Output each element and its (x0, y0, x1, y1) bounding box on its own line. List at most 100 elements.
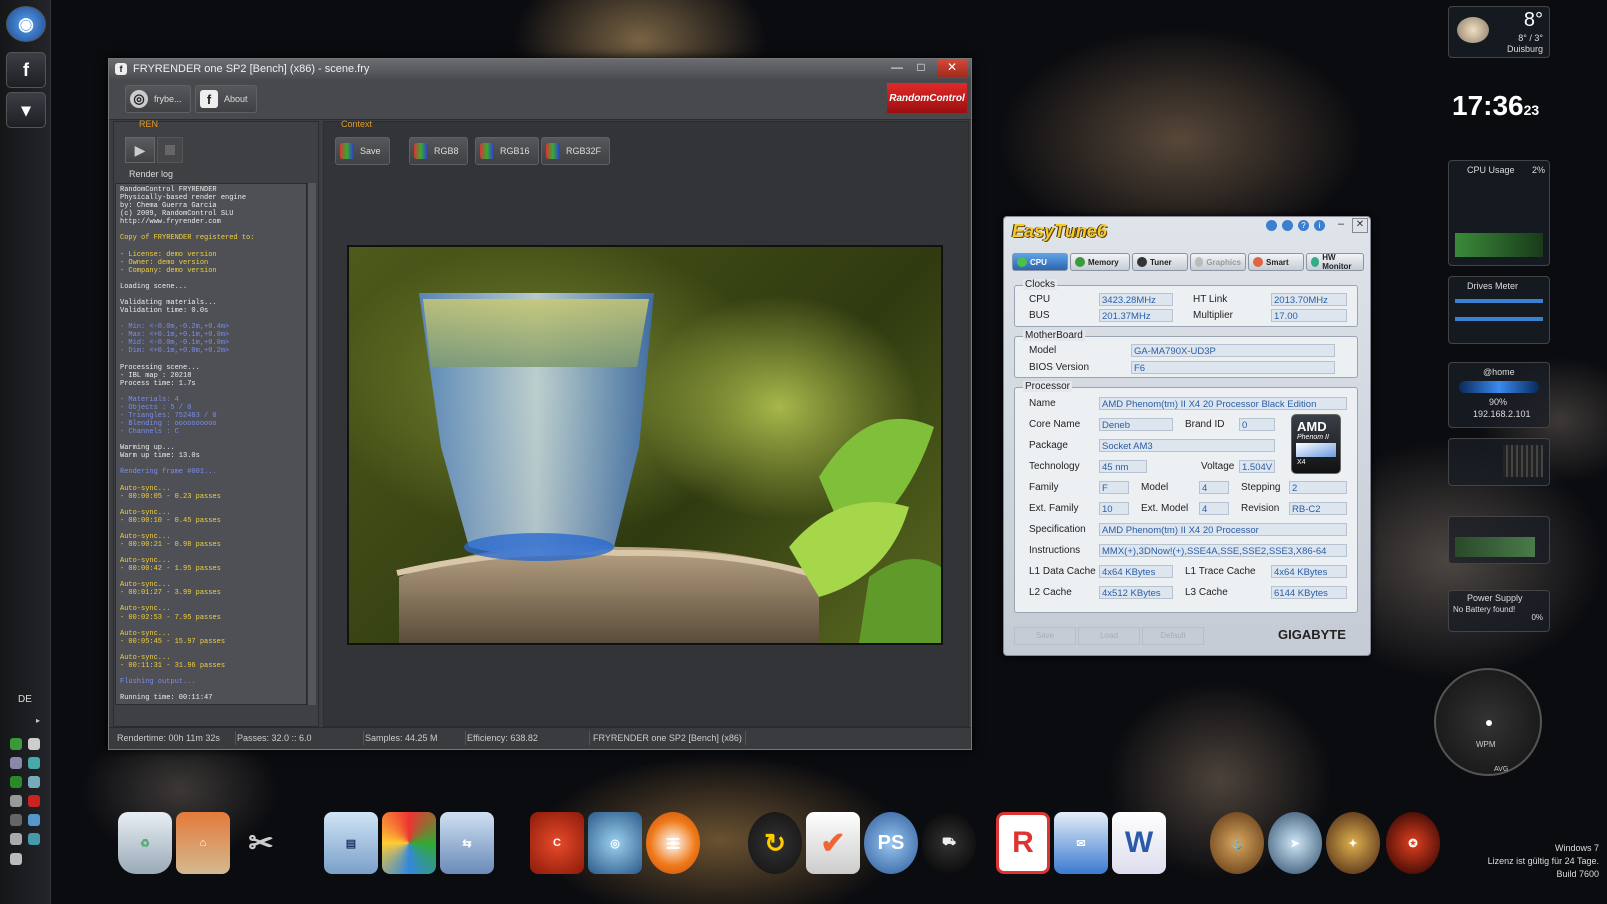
rgb16-label: RGB16 (500, 146, 530, 156)
maximize-button[interactable]: □ (909, 59, 933, 77)
info-icon[interactable]: i (1314, 220, 1325, 231)
disc-icon[interactable]: ◎ (588, 812, 642, 874)
clock-seconds: 23 (1523, 102, 1540, 118)
graph-gadget[interactable] (1448, 516, 1550, 564)
x4-logo-text: X4 (1297, 459, 1306, 466)
launcher-icon[interactable]: ▾ (6, 92, 46, 128)
clock-time: 17:36 (1452, 90, 1524, 121)
ccleaner-icon[interactable]: C (530, 812, 584, 874)
tray-steam-icon[interactable] (28, 738, 40, 750)
l3-cache-label: L3 Cache (1185, 587, 1228, 598)
start-orb-icon[interactable]: ◉ (6, 6, 46, 42)
tray-app-icon[interactable] (10, 757, 22, 769)
rgb32f-button[interactable]: RGB32F (541, 137, 611, 165)
ext-family-value: 10 (1099, 502, 1129, 515)
recycle-bin-icon[interactable]: ♻ (118, 812, 172, 874)
model-value: GA-MA790X-UD3P (1131, 344, 1335, 357)
power-supply-gadget[interactable]: Power Supply No Battery found! 0% (1448, 590, 1550, 632)
rgb16-button[interactable]: RGB16 (475, 137, 539, 165)
home-icon[interactable]: ⌂ (176, 812, 230, 874)
save-button[interactable]: Save (335, 137, 390, 165)
rgb8-button[interactable]: RGB8 (409, 137, 468, 165)
tray-network-icon[interactable] (28, 833, 40, 845)
close-button[interactable]: ✕ (937, 59, 967, 77)
network-share-icon[interactable]: ⇆ (440, 812, 494, 874)
tray-ati-icon[interactable] (28, 795, 40, 807)
et-save-button[interactable]: Save (1014, 627, 1076, 645)
title-bar[interactable]: f FRYRENDER one SP2 [Bench] (x86) - scen… (109, 59, 971, 79)
et-minimize-button[interactable]: – (1334, 218, 1348, 231)
ps-icon[interactable]: PS (864, 812, 918, 874)
tray-app-icon[interactable] (10, 814, 22, 826)
speedometer-gadget[interactable]: WPM AVG (1434, 668, 1542, 776)
stop-button[interactable] (157, 137, 183, 163)
tab-smart[interactable]: Smart (1248, 253, 1304, 271)
settlers-game-icon[interactable]: ✦ (1326, 812, 1380, 874)
tray-app-icon[interactable] (28, 814, 40, 826)
tray-expand-icon[interactable]: ▸ (36, 716, 40, 725)
speedo-unit: WPM (1476, 740, 1496, 749)
log-line: - Min: <-0.0m,-0.2m,+0.4m> (120, 323, 230, 332)
tab-cpu[interactable]: CPU (1012, 253, 1068, 271)
menu-list-icon[interactable]: ≡ (646, 812, 700, 874)
weather-gadget[interactable]: 8° 8° / 3° Duisburg (1448, 6, 1550, 58)
log-line: Validating materials... (120, 298, 217, 307)
activity-graph (1455, 537, 1535, 557)
tray-app-icon[interactable] (28, 776, 40, 788)
stop-icon (165, 145, 175, 155)
help-icon[interactable]: ? (1298, 220, 1309, 231)
tab-tuner[interactable]: Tuner (1132, 253, 1188, 271)
l1-data-cache-label: L1 Data Cache (1029, 566, 1096, 577)
tray-app-icon[interactable] (10, 853, 22, 865)
frybe-icon: ◎ (130, 90, 148, 108)
tray-app-icon[interactable] (10, 795, 22, 807)
brand-id-label: Brand ID (1185, 419, 1225, 430)
scanner-icon[interactable]: ▤ (324, 812, 378, 874)
save-label: Save (360, 146, 381, 156)
mail-icon[interactable]: ✉ (1054, 812, 1108, 874)
tools-icon[interactable]: ✂ (234, 812, 288, 874)
amd-phenom-logo: AMD Phenom II X4 (1291, 414, 1341, 474)
shift-game-icon[interactable]: ➤ (1268, 812, 1322, 874)
tray-app-icon[interactable] (28, 757, 40, 769)
tray-app-icon[interactable] (10, 776, 22, 788)
speedo-mode: AVG (1494, 766, 1509, 773)
about-button[interactable]: f About (195, 85, 257, 113)
command-conquer-icon[interactable]: ✪ (1386, 812, 1440, 874)
tray-app-icon[interactable] (10, 738, 22, 750)
easytune-header[interactable]: EasyTune6 ? i – ✕ (1004, 217, 1370, 247)
minimize-button[interactable]: — (885, 59, 909, 77)
fryrender-taskbar-icon[interactable]: f (6, 52, 46, 88)
r-app-icon[interactable]: R (996, 812, 1050, 874)
tab-context[interactable]: Context (341, 119, 372, 129)
dock: ♻ ⌂ ✂ ▤ ⇆ C ◎ ≡ ↻ ✔ PS ⛟ R ✉ W ⚓ ➤ ✦ ✪ (118, 806, 1458, 898)
play-button[interactable]: ▶ (125, 137, 155, 163)
sync-icon[interactable]: ↻ (748, 812, 802, 874)
tray-app-icon[interactable] (10, 833, 22, 845)
et-load-button[interactable]: Load (1078, 627, 1140, 645)
network-gadget[interactable]: @home 90% 192.168.2.101 (1448, 362, 1550, 428)
wifi-signal-icon (1459, 381, 1539, 393)
word-icon[interactable]: W (1112, 812, 1166, 874)
anno-1404-icon[interactable]: ⚓ (1210, 812, 1264, 874)
tab-hw-monitor[interactable]: HW Monitor (1306, 253, 1364, 271)
tab-label: Smart (1266, 257, 1289, 267)
drives-meter-gadget[interactable]: Drives Meter (1448, 276, 1550, 344)
minimize-mode-icon[interactable] (1266, 220, 1277, 231)
name-value: AMD Phenom(tm) II X4 20 Processor Black … (1099, 397, 1347, 410)
skin-icon[interactable] (1282, 220, 1293, 231)
windows-icon[interactable] (382, 812, 436, 874)
tab-graphics[interactable]: Graphics (1190, 253, 1246, 271)
checklist-icon[interactable]: ✔ (806, 812, 860, 874)
cpu-usage-gadget[interactable]: CPU Usage 2% (1448, 160, 1550, 266)
et-close-button[interactable]: ✕ (1352, 218, 1368, 233)
language-indicator[interactable]: DE (18, 694, 32, 705)
tab-ren[interactable]: REN (139, 119, 158, 129)
tab-memory[interactable]: Memory (1070, 253, 1130, 271)
car-icon[interactable]: ⛟ (922, 812, 976, 874)
et-default-button[interactable]: Default (1142, 627, 1204, 645)
log-line: - Channels : C (120, 428, 179, 437)
frybe-button[interactable]: ◎ frybe... (125, 85, 191, 113)
network-meter-gadget[interactable] (1448, 438, 1550, 486)
log-scrollbar[interactable] (307, 183, 316, 705)
